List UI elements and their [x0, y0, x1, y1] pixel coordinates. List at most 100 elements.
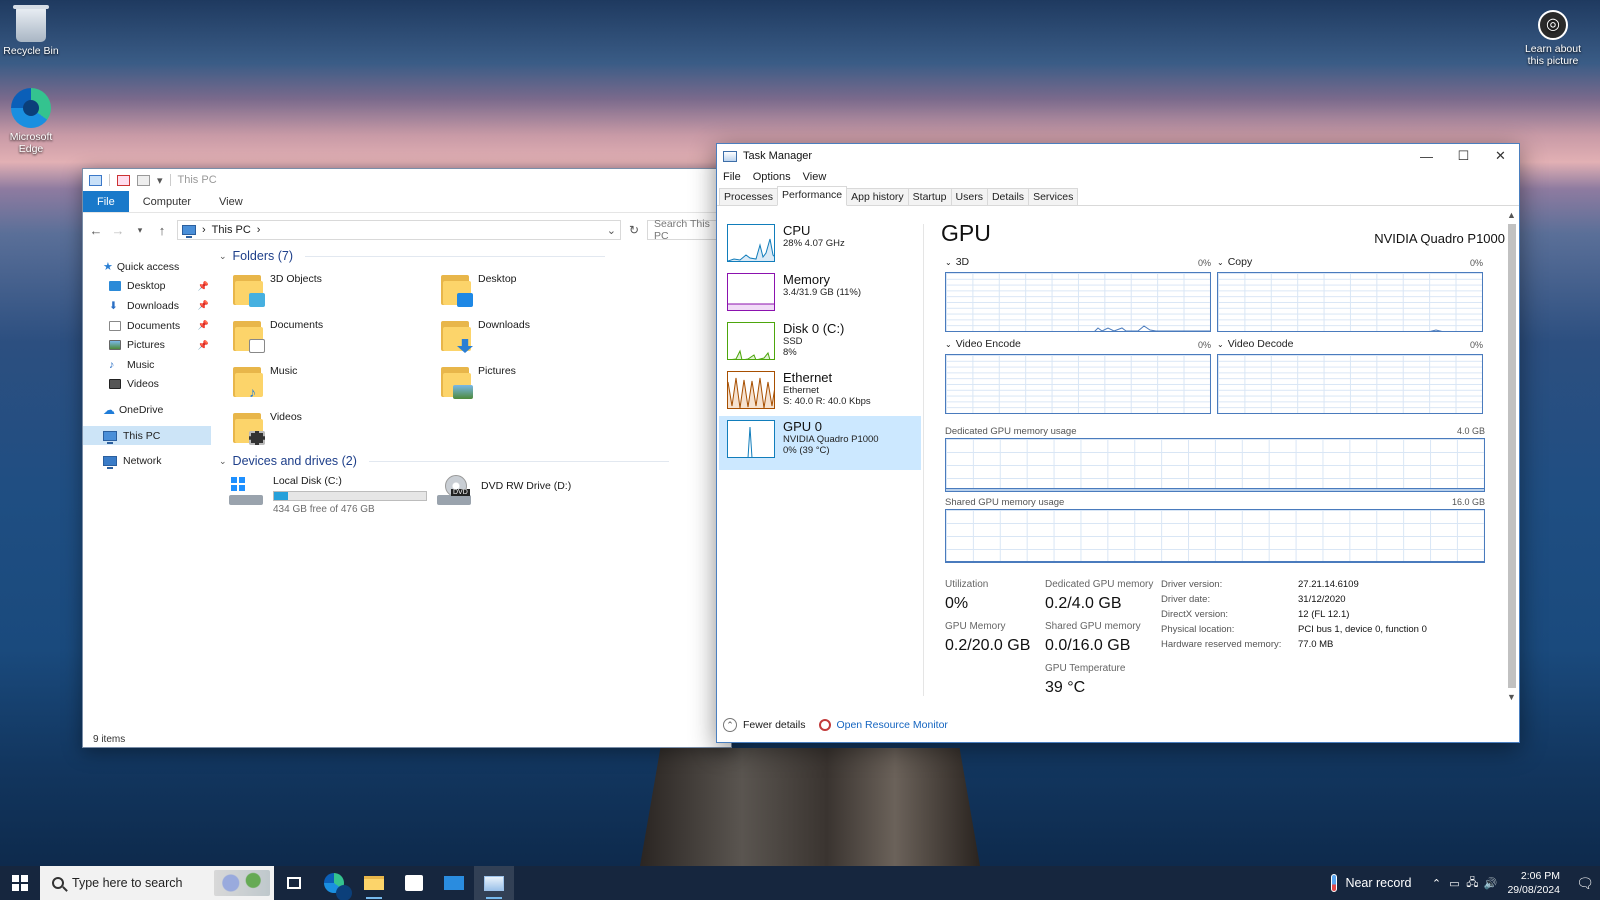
file-explorer-window[interactable]: ▾ This PC File Computer View ← → ▾ ↑ › T…: [82, 168, 732, 748]
volume-icon[interactable]: 🔊: [1481, 877, 1499, 890]
task-manager-window[interactable]: Task Manager — ☐ ✕ File Options View Pro…: [716, 143, 1520, 743]
meet-now-icon[interactable]: ▭: [1445, 877, 1463, 890]
nav-videos[interactable]: Videos: [83, 375, 211, 395]
pin-icon[interactable]: 📌: [198, 340, 209, 351]
sidebar-item-disk[interactable]: Disk 0 (C:) SSD 8%: [719, 318, 921, 367]
windows-logo-icon: [12, 875, 28, 891]
drive-dvd-d[interactable]: DVD DVD RW Drive (D:): [437, 475, 571, 507]
nav-documents[interactable]: Documents 📌: [83, 316, 211, 336]
forward-icon[interactable]: →: [111, 223, 125, 238]
scroll-down-icon[interactable]: ▼: [1507, 692, 1516, 702]
edge-shortcut[interactable]: Microsoft Edge: [0, 88, 66, 155]
up-icon[interactable]: ↑: [155, 223, 169, 238]
chevron-right-icon[interactable]: ›: [257, 224, 261, 236]
sidebar-sub: S: 40.0 R: 40.0 Kbps: [783, 396, 871, 407]
back-icon[interactable]: ←: [89, 223, 103, 238]
folders-group-header[interactable]: ⌄ Folders (7): [219, 249, 605, 263]
task-view-button[interactable]: [274, 866, 314, 900]
tab-services[interactable]: Services: [1028, 188, 1079, 205]
menu-view[interactable]: View: [803, 171, 827, 183]
graph-engine-video-decode[interactable]: ⌄ Video Decode: [1217, 338, 1293, 350]
show-hidden-icons-chevron-icon[interactable]: ⌃: [1427, 877, 1445, 890]
nav-desktop[interactable]: Desktop 📌: [83, 277, 211, 297]
recycle-bin-shortcut[interactable]: Recycle Bin: [0, 5, 66, 57]
nav-onedrive[interactable]: ☁ OneDrive: [83, 400, 211, 420]
tab-startup[interactable]: Startup: [907, 188, 952, 205]
recent-dropdown-icon[interactable]: ▾: [133, 225, 147, 236]
folder-pictures[interactable]: Pictures: [441, 365, 516, 399]
ribbon-tab-view[interactable]: View: [205, 191, 257, 212]
learn-about-picture-shortcut[interactable]: ◎ Learn about this picture: [1516, 10, 1590, 67]
tm-title-bar[interactable]: Task Manager — ☐ ✕: [717, 144, 1519, 168]
tab-users[interactable]: Users: [950, 188, 988, 205]
menu-options[interactable]: Options: [753, 171, 791, 183]
graph-engine-video-encode[interactable]: ⌄ Video Encode: [945, 338, 1021, 350]
search-input[interactable]: Search This PC: [647, 218, 725, 242]
address-bar[interactable]: › This PC › ⌄: [177, 220, 621, 240]
menu-file[interactable]: File: [723, 171, 741, 183]
folder-3d-objects[interactable]: 3D Objects: [233, 273, 322, 307]
pin-icon[interactable]: 📌: [198, 300, 209, 311]
taskbar-edge[interactable]: [314, 866, 354, 900]
nav-pictures[interactable]: Pictures 📌: [83, 335, 211, 355]
nav-network[interactable]: Network: [83, 451, 211, 471]
nav-quick-access[interactable]: ★ Quick access: [83, 257, 211, 277]
breadcrumb-this-pc[interactable]: This PC: [212, 224, 251, 236]
drives-group-header[interactable]: ⌄ Devices and drives (2): [219, 454, 669, 468]
refresh-icon[interactable]: ↻: [629, 223, 639, 237]
sidebar-item-gpu[interactable]: GPU 0 NVIDIA Quadro P1000 0% (39 °C): [719, 416, 921, 470]
sidebar-name: GPU 0: [783, 419, 823, 434]
taskbar-search-box[interactable]: Type here to search: [40, 866, 274, 900]
scroll-thumb[interactable]: [1508, 224, 1516, 688]
address-dropdown-icon[interactable]: ⌄: [607, 224, 620, 237]
drive-local-disk-c[interactable]: Local Disk (C:) 434 GB free of 476 GB: [229, 475, 427, 515]
collapse-chevron-icon[interactable]: ⌄: [219, 456, 227, 467]
maximize-button[interactable]: ☐: [1445, 144, 1482, 168]
taskbar-file-explorer[interactable]: [354, 866, 394, 900]
collapse-chevron-icon[interactable]: ⌄: [219, 251, 227, 262]
open-resource-monitor-link[interactable]: Open Resource Monitor: [819, 719, 948, 731]
pin-icon[interactable]: 📌: [198, 320, 209, 331]
notifications-icon[interactable]: 🗨: [1570, 875, 1600, 892]
nav-music[interactable]: ♪ Music: [83, 355, 211, 375]
tab-details[interactable]: Details: [986, 188, 1030, 205]
properties-icon[interactable]: [117, 174, 130, 186]
taskbar-mail[interactable]: [434, 866, 474, 900]
minimize-button[interactable]: —: [1408, 144, 1445, 168]
ribbon-tab-file[interactable]: File: [83, 191, 129, 212]
tm-menu-bar: File Options View: [717, 168, 1519, 186]
fewer-details-button[interactable]: ⌃ Fewer details: [723, 718, 805, 732]
info-key-driver-version: Driver version:: [1161, 579, 1223, 590]
graph-engine-copy[interactable]: ⌄ Copy: [1217, 256, 1252, 268]
taskbar-store[interactable]: [394, 866, 434, 900]
network-icon[interactable]: 🖧: [1463, 874, 1481, 893]
start-button[interactable]: [0, 866, 40, 900]
clock[interactable]: 2:06 PM 29/08/2024: [1507, 869, 1560, 897]
sidebar-item-memory[interactable]: Memory 3.4/31.9 GB (11%): [719, 269, 921, 318]
close-button[interactable]: ✕: [1482, 144, 1519, 168]
folder-icon: [441, 319, 473, 353]
qa-dropdown-icon[interactable]: ▾: [157, 174, 163, 187]
nav-downloads[interactable]: ⬇ Downloads 📌: [83, 296, 211, 316]
new-folder-icon[interactable]: [137, 174, 150, 186]
vertical-scrollbar[interactable]: ▲ ▼: [1505, 210, 1519, 702]
tab-performance[interactable]: Performance: [777, 186, 848, 206]
sidebar-item-cpu[interactable]: CPU 28% 4.07 GHz: [719, 220, 921, 269]
ribbon-tab-computer[interactable]: Computer: [129, 191, 205, 212]
folder-music[interactable]: ♪ Music: [233, 365, 297, 399]
nav-this-pc[interactable]: This PC: [83, 425, 211, 446]
sidebar-item-ethernet[interactable]: Ethernet Ethernet S: 40.0 R: 40.0 Kbps: [719, 367, 921, 416]
content-pane: ⌄ Folders (7) 3D Objects Desktop Documen…: [219, 247, 731, 729]
scroll-up-icon[interactable]: ▲: [1507, 210, 1516, 220]
folder-videos[interactable]: Videos: [233, 411, 302, 445]
folder-desktop[interactable]: Desktop: [441, 273, 517, 307]
folder-downloads[interactable]: Downloads: [441, 319, 530, 353]
pin-icon[interactable]: 📌: [198, 281, 209, 292]
tab-processes[interactable]: Processes: [719, 188, 779, 205]
tab-app-history[interactable]: App history: [846, 188, 909, 205]
graph-engine-3d[interactable]: ⌄ 3D: [945, 256, 969, 268]
weather-widget[interactable]: Near record: [1331, 874, 1411, 892]
explorer-title-bar[interactable]: ▾ This PC: [83, 169, 731, 191]
taskbar-task-manager[interactable]: [474, 866, 514, 900]
folder-documents[interactable]: Documents: [233, 319, 323, 353]
